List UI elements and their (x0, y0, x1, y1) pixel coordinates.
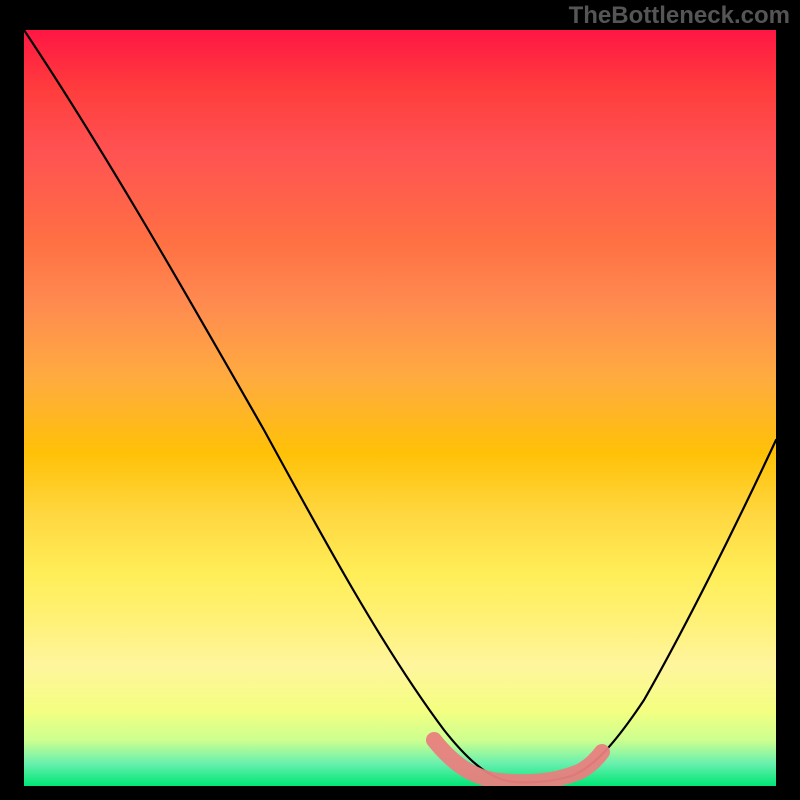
plot-area (24, 30, 776, 786)
watermark-text: TheBottleneck.com (569, 2, 790, 30)
chart-svg (24, 30, 776, 786)
highlight-band-path (434, 740, 602, 782)
bottleneck-curve-path (24, 30, 776, 782)
